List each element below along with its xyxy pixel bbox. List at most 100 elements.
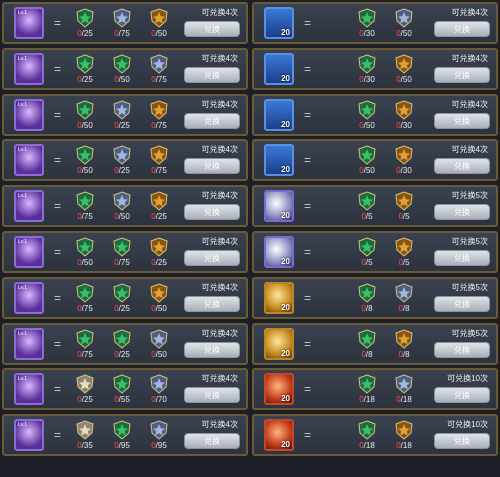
equals-icon: = (304, 199, 312, 214)
reward-item-icon[interactable]: Lv.1 (14, 7, 44, 39)
cost-item: 0/25 (72, 54, 98, 84)
exchange-row: Lv.1 = 0/50 0/75 0/25 可兑换4次 兑换 (2, 230, 248, 273)
green-badge-icon (354, 191, 380, 211)
exchange-row: Lv.1 = 0/75 0/25 0/50 可兑换4次 兑换 (2, 322, 248, 365)
exchange-button[interactable]: 兑换 (184, 204, 240, 221)
level-label: Lv.1 (18, 101, 28, 108)
reward-item-icon[interactable]: 20 (264, 98, 294, 131)
exchange-button[interactable]: 兑换 (184, 21, 240, 37)
exchange-button[interactable]: 兑换 (434, 112, 490, 129)
exchange-button[interactable]: 兑换 (184, 158, 240, 175)
cost-item: 0/25 (72, 374, 98, 404)
cost-amount: 0/75 (151, 120, 167, 130)
cost-amount: 0/5 (361, 257, 373, 267)
exchange-button[interactable]: 兑换 (434, 158, 490, 175)
item-count: 20 (281, 211, 290, 221)
gold-badge-icon (391, 191, 417, 211)
cost-amount: 0/50 (114, 74, 130, 84)
exchange-button[interactable]: 兑换 (434, 21, 490, 37)
silver-badge-icon (146, 54, 172, 74)
gold-badge-icon (391, 329, 417, 349)
reward-item-icon[interactable]: Lv.1 (14, 373, 44, 406)
cost-amount: 0/5 (398, 212, 410, 222)
item-count: 20 (281, 394, 290, 404)
equals-icon: = (304, 153, 312, 168)
exchange-row: Lv.1 = 0/50 0/25 0/75 可兑换4次 兑换 (2, 93, 248, 136)
reward-item-icon[interactable]: 20 (264, 281, 294, 314)
gold-badge-icon (146, 100, 172, 120)
item-count: 20 (281, 302, 290, 312)
cost-amount: 0/5 (398, 257, 410, 267)
exchange-button[interactable]: 兑换 (184, 249, 240, 266)
equals-icon: = (304, 428, 312, 443)
item-count: 20 (281, 256, 290, 266)
reward-item-icon[interactable]: Lv.1 (14, 52, 44, 85)
cost-item: 0/30 (391, 100, 417, 130)
cost-amount: 0/8 (398, 349, 410, 359)
exchange-button[interactable]: 兑换 (434, 249, 490, 266)
silver-badge-icon (109, 145, 135, 166)
reward-item-icon[interactable]: 20 (264, 235, 294, 268)
cost-amount: 0/50 (77, 166, 93, 176)
gold-badge-icon (146, 8, 172, 28)
reward-item-icon[interactable]: Lv.1 (14, 281, 44, 314)
reward-item-icon[interactable]: 20 (264, 419, 294, 452)
equals-icon: = (54, 382, 62, 397)
gold-badge-icon (391, 420, 417, 440)
reward-item-icon[interactable]: 20 (264, 52, 294, 85)
exchange-button[interactable]: 兑换 (184, 295, 240, 312)
green-badge-icon (72, 191, 98, 211)
reward-item-icon[interactable]: Lv.1 (14, 190, 44, 223)
silver-badge-icon (109, 191, 135, 211)
cost-amount: 0/30 (359, 74, 375, 84)
cost-item: 0/8 (391, 283, 417, 313)
exchange-button[interactable]: 兑换 (434, 387, 490, 404)
reward-item-icon[interactable]: Lv.1 (14, 419, 44, 452)
level-label: Lv.1 (18, 193, 28, 200)
cost-amount: 0/8 (361, 303, 373, 313)
cost-amount: 0/50 (77, 257, 93, 267)
cost-item: 0/18 (391, 374, 417, 404)
exchange-button[interactable]: 兑换 (434, 204, 490, 221)
cost-item: 0/5 (354, 191, 380, 221)
gold-badge-icon (391, 237, 417, 257)
item-count: 20 (281, 28, 290, 37)
exchange-button[interactable]: 兑换 (184, 66, 240, 83)
cost-amount: 0/30 (396, 120, 412, 130)
cost-item: 0/75 (146, 100, 172, 130)
reward-item-icon[interactable]: 20 (264, 7, 294, 39)
exchange-row: 20 = 0/8 0/8 可兑换5次 兑换 (252, 322, 498, 365)
exchange-button[interactable]: 兑换 (184, 341, 240, 358)
reward-item-icon[interactable]: Lv.1 (14, 327, 44, 360)
exchange-button[interactable]: 兑换 (434, 66, 490, 83)
exchange-row: 20 = 0/50 0/30 可兑换4次 兑换 (252, 93, 498, 136)
exchange-button[interactable]: 兑换 (434, 341, 490, 358)
cost-amount: 0/70 (151, 395, 167, 405)
cost-item: 0/70 (146, 374, 172, 404)
cost-amount: 0/25 (114, 166, 130, 176)
reward-item-icon[interactable]: Lv.1 (14, 144, 44, 177)
reward-item-icon[interactable]: 20 (264, 327, 294, 360)
exchange-button[interactable]: 兑换 (434, 433, 490, 450)
exchange-button[interactable]: 兑换 (434, 295, 490, 312)
exchange-row: 20 = 0/8 0/8 可兑换5次 兑换 (252, 276, 498, 319)
reward-item-icon[interactable]: 20 (264, 373, 294, 406)
exchange-button[interactable]: 兑换 (184, 112, 240, 129)
exchange-limit-label: 可兑换5次 (451, 191, 488, 201)
reward-item-icon[interactable]: 20 (264, 190, 294, 223)
exchange-limit-label: 可兑换4次 (201, 8, 238, 17)
cost-amount: 0/95 (114, 441, 130, 451)
exchange-limit-label: 可兑换4次 (201, 99, 238, 109)
item-count: 20 (281, 440, 290, 450)
cost-item: 0/25 (109, 145, 135, 175)
exchange-button[interactable]: 兑换 (184, 433, 240, 450)
cost-amount: 0/18 (396, 441, 412, 451)
exchange-button[interactable]: 兑换 (184, 387, 240, 404)
cost-amount: 0/95 (151, 441, 167, 451)
reward-item-icon[interactable]: Lv.1 (14, 235, 44, 268)
reward-item-icon[interactable]: 20 (264, 144, 294, 177)
cost-item: 0/75 (72, 191, 98, 221)
equals-icon: = (54, 16, 62, 30)
reward-item-icon[interactable]: Lv.1 (14, 98, 44, 131)
white-badge-icon (72, 374, 98, 395)
